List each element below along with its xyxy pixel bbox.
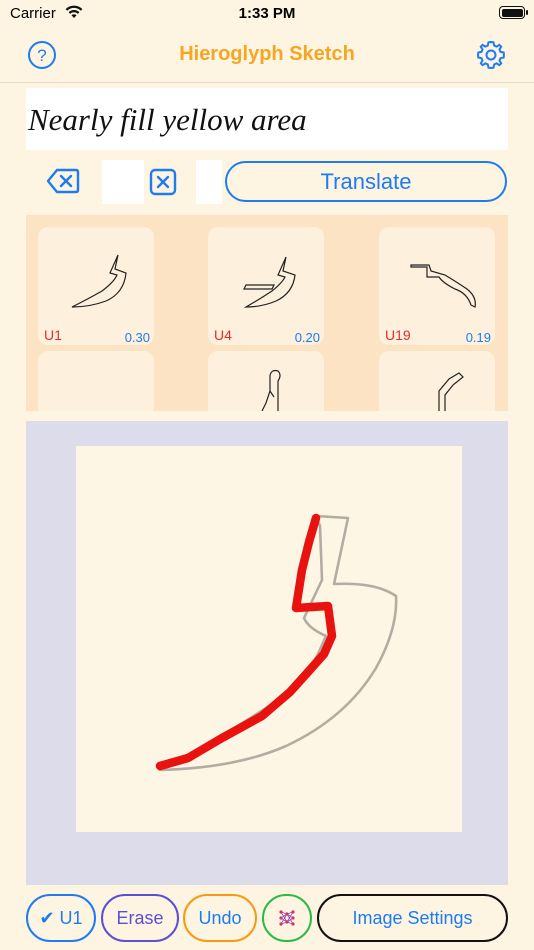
translate-button[interactable]: Translate [225, 161, 507, 202]
result-score: 0.19 [465, 330, 491, 345]
glyph-u19-thumbnail [410, 264, 476, 308]
user-red-stroke [155, 513, 337, 771]
reference-glyph-outline [158, 514, 398, 772]
image-settings-button[interactable]: Image Settings [317, 894, 508, 942]
result-code: U1 [44, 327, 62, 343]
glyph-u4-thumbnail [243, 256, 296, 308]
result-card[interactable] [38, 351, 154, 411]
result-code: U19 [385, 327, 411, 343]
glyph-thumbnail [438, 372, 464, 411]
drawing-canvas-area[interactable] [26, 421, 508, 885]
neural-network-icon [279, 910, 295, 926]
status-bar: Carrier 1:33 PM [0, 0, 534, 28]
app-title: Hieroglyph Sketch [179, 43, 355, 65]
result-card[interactable] [208, 351, 324, 411]
sketch-drawing [155, 513, 398, 772]
instruction-text: Nearly fill yellow area [28, 102, 307, 137]
results-grid: U1 0.30 U4 0.20 U19 0.19 [26, 215, 508, 411]
result-card[interactable] [379, 351, 495, 411]
selected-glyph-button[interactable]: ✔ U1 [26, 894, 96, 942]
instruction-text-box: Nearly fill yellow area [26, 88, 508, 150]
result-card[interactable]: U4 0.20 [208, 227, 324, 345]
drawing-canvas[interactable] [76, 446, 462, 832]
neural-network-button[interactable] [262, 894, 312, 942]
result-card[interactable]: U1 0.30 [38, 227, 154, 345]
result-code: U4 [214, 327, 232, 343]
status-time: 1:33 PM [238, 5, 296, 22]
edit-toolbar: Translate [26, 158, 508, 206]
gear-icon[interactable] [475, 39, 507, 76]
clear-icon[interactable] [149, 168, 177, 201]
erase-button[interactable]: Erase [101, 894, 179, 942]
undo-button[interactable]: Undo [183, 894, 257, 942]
battery-icon [499, 6, 528, 19]
toolbar-spacer [196, 160, 222, 204]
toolbar-spacer [102, 160, 144, 204]
result-score: 0.20 [294, 330, 320, 345]
result-score: 0.30 [124, 330, 150, 345]
navigation-bar: ? Hieroglyph Sketch [0, 28, 534, 83]
result-card[interactable]: U19 0.19 [379, 227, 495, 345]
backspace-icon[interactable] [46, 167, 80, 200]
glyph-thumbnail [261, 369, 281, 411]
glyph-u1-thumbnail [71, 254, 127, 308]
